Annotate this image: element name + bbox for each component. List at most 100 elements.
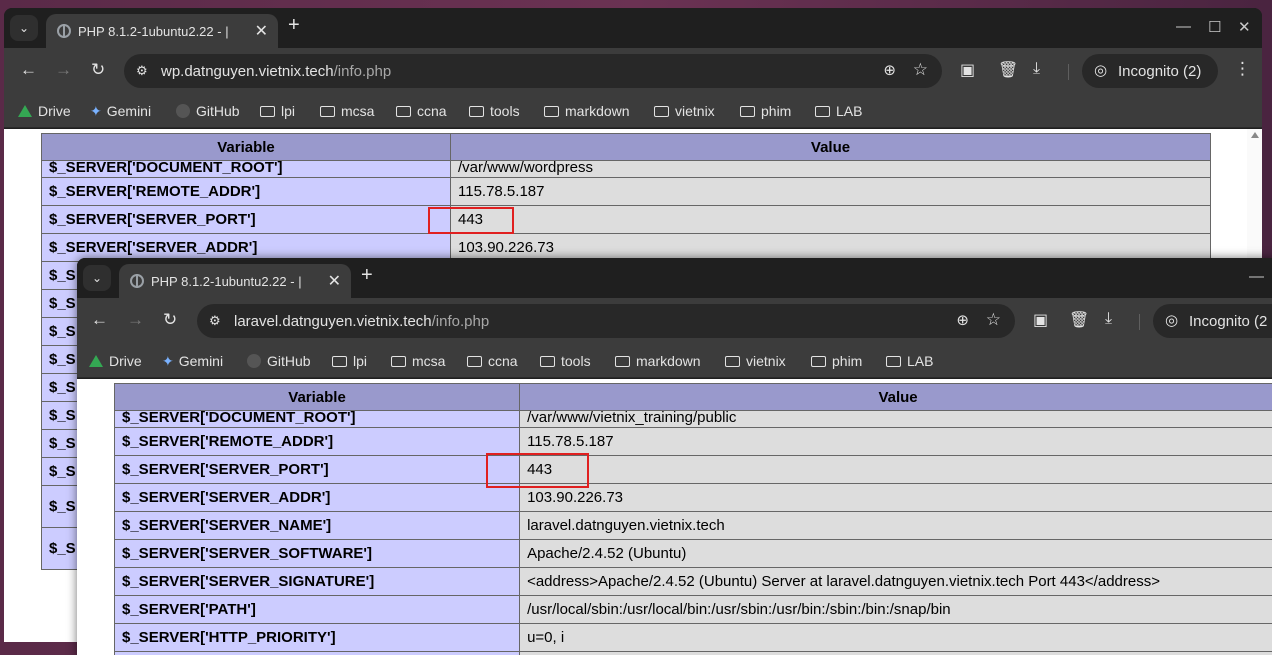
bookmark-folder-phim[interactable]: phim xyxy=(740,103,791,119)
table-row: $_SERVER['HTTP_PRIORITY'] u=0, i xyxy=(113,623,1272,652)
scroll-up-arrow-icon[interactable] xyxy=(1251,132,1259,138)
translate-icon[interactable]: ▣ xyxy=(960,60,975,80)
toolbar: ← → ↻ ⚙ wp.datnguyen.vietnix.tech/info.p… xyxy=(4,48,1262,94)
toolbar: ← → ↻ ⚙ laravel.datnguyen.vietnix.tech/i… xyxy=(77,298,1272,344)
forward-arrow-icon[interactable]: → xyxy=(127,310,144,330)
bookmark-folder-mcsa[interactable]: mcsa xyxy=(391,353,445,369)
bookmark-folder-lpi[interactable]: lpi xyxy=(260,103,295,119)
variable-cell: $_SERVER['SERVER_PORT'] xyxy=(41,205,451,234)
bookmark-folder-phim[interactable]: phim xyxy=(811,353,862,369)
variable-cell: $_SERVER['REMOTE_ADDR'] xyxy=(41,177,451,206)
folder-icon xyxy=(886,356,901,367)
folder-icon xyxy=(540,356,555,367)
zoom-icon[interactable]: ⊕ xyxy=(883,61,896,79)
bookmark-gemini[interactable]: ✦ Gemini xyxy=(90,103,151,120)
bookmark-folder-lab[interactable]: LAB xyxy=(815,103,862,119)
globe-icon xyxy=(130,274,144,288)
incognito-button[interactable]: ◎ Incognito (2) xyxy=(1082,54,1218,88)
bookmark-folder-ccna[interactable]: ccna xyxy=(396,103,447,119)
folder-icon xyxy=(332,356,347,367)
folder-icon xyxy=(467,356,482,367)
github-icon xyxy=(176,104,190,118)
new-tab-button[interactable]: + xyxy=(361,264,373,287)
incognito-label: Incognito (2 xyxy=(1189,313,1268,330)
back-arrow-icon[interactable]: ← xyxy=(20,60,37,80)
incognito-button[interactable]: ◎ Incognito (2 xyxy=(1153,304,1272,338)
bookmark-github[interactable]: GitHub xyxy=(247,353,311,369)
folder-icon xyxy=(320,106,335,117)
globe-icon xyxy=(57,24,71,38)
new-tab-button[interactable]: + xyxy=(288,14,300,37)
incognito-icon: ◎ xyxy=(1165,312,1179,329)
tab-search-chevron-down-icon[interactable]: ⌄ xyxy=(83,265,111,291)
download-icon[interactable]: ⤓ xyxy=(1105,310,1112,328)
bookmark-folder-markdown[interactable]: markdown xyxy=(544,103,630,119)
download-icon[interactable]: ⤓ xyxy=(1033,60,1040,78)
bookmark-github[interactable]: GitHub xyxy=(176,103,240,119)
folder-icon xyxy=(811,356,826,367)
translate-icon[interactable]: ▣ xyxy=(1033,310,1048,330)
highlight-box xyxy=(486,453,589,488)
column-header-value: Value xyxy=(450,133,1211,161)
trash-icon[interactable]: 🗑 xyxy=(998,60,1018,80)
variable-cell: $_SERVER['SERVER_ADDR'] xyxy=(113,483,521,512)
bookmark-star-icon[interactable]: ☆ xyxy=(986,310,1001,330)
incognito-label: Incognito (2) xyxy=(1118,63,1202,80)
table-row: $_SERVER['SERVER_SIGNATURE'] <address>Apa… xyxy=(113,567,1272,596)
value-cell: 115.78.5.187 xyxy=(450,177,1211,206)
site-info-icon[interactable]: ⚙ xyxy=(136,63,148,79)
bookmark-folder-markdown[interactable]: markdown xyxy=(615,353,701,369)
url-text[interactable]: wp.datnguyen.vietnix.tech/info.php xyxy=(161,63,391,80)
forward-arrow-icon[interactable]: → xyxy=(55,60,72,80)
variable-cell: $_SERVER['DOCUMENT_ROOT'] xyxy=(41,160,451,178)
tab-close-icon[interactable]: ✕ xyxy=(255,21,268,41)
bookmark-folder-tools[interactable]: tools xyxy=(540,353,591,369)
minimize-button[interactable]: — xyxy=(1176,18,1191,35)
tab-search-chevron-down-icon[interactable]: ⌄ xyxy=(10,15,38,41)
back-arrow-icon[interactable]: ← xyxy=(91,310,108,330)
maximize-button[interactable]: ☐ xyxy=(1208,18,1221,36)
bookmark-drive[interactable]: Drive xyxy=(18,103,71,119)
zoom-icon[interactable]: ⊕ xyxy=(956,311,969,329)
bookmark-folder-ccna[interactable]: ccna xyxy=(467,353,518,369)
trash-icon[interactable]: 🗑 xyxy=(1069,310,1089,330)
tab-php-info[interactable]: PHP 8.1.2-1ubuntu2.22 - | ✕ xyxy=(46,14,278,48)
bookmark-folder-lpi[interactable]: lpi xyxy=(332,353,367,369)
site-info-icon[interactable]: ⚙ xyxy=(209,313,221,329)
more-menu-icon[interactable]: ⋮ xyxy=(1234,59,1251,79)
table-row: $_SERVER['SERVER_ADDR'] 103.90.226.73 xyxy=(113,483,1272,512)
reload-icon[interactable]: ↻ xyxy=(163,310,177,330)
bookmark-gemini[interactable]: ✦ Gemini xyxy=(162,353,223,370)
close-window-button[interactable]: ✕ xyxy=(1238,18,1251,36)
variable-cell: $_SERVER['HTTP_PRIORITY'] xyxy=(113,623,521,652)
bookmark-folder-vietnix[interactable]: vietnix xyxy=(725,353,786,369)
bookmark-folder-lab[interactable]: LAB xyxy=(886,353,933,369)
table-row: $_SERVER['PATH']/usr/local/sbin:/usr/loc… xyxy=(113,595,1272,624)
table-row: $_SERVER['DOCUMENT_ROOT']/var/www/wordpr… xyxy=(41,160,1211,178)
table-row: $_SERVER['REMOTE_ADDR'] 115.78.5.187 xyxy=(113,427,1272,456)
value-cell: /var/www/vietnix_training/public xyxy=(519,410,1272,428)
address-bar[interactable]: ⚙ wp.datnguyen.vietnix.tech/info.php ⊕ ☆ xyxy=(124,54,942,88)
tab-strip: ⌄ PHP 8.1.2-1ubuntu2.22 - | ✕ + — ☐ ✕ xyxy=(4,8,1262,48)
bookmark-drive[interactable]: Drive xyxy=(89,353,142,369)
bookmark-star-icon[interactable]: ☆ xyxy=(913,60,928,80)
tab-close-icon[interactable]: ✕ xyxy=(328,271,341,291)
url-text[interactable]: laravel.datnguyen.vietnix.tech/info.php xyxy=(234,313,489,330)
reload-icon[interactable]: ↻ xyxy=(91,60,105,80)
column-header-variable: Variable xyxy=(113,383,521,411)
address-bar[interactable]: ⚙ laravel.datnguyen.vietnix.tech/info.ph… xyxy=(197,304,1015,338)
value-cell: 115.78.5.187 xyxy=(519,427,1272,456)
tab-php-info[interactable]: PHP 8.1.2-1ubuntu2.22 - | ✕ xyxy=(119,264,351,298)
incognito-icon: ◎ xyxy=(1094,62,1108,79)
bookmarks-bar: Drive ✦ Gemini GitHub lpi mcsa ccna tools… xyxy=(77,344,1272,378)
variable-cell: $_SERVER['PATH'] xyxy=(113,595,521,624)
bookmark-folder-tools[interactable]: tools xyxy=(469,103,520,119)
folder-icon xyxy=(391,356,406,367)
gemini-icon: ✦ xyxy=(90,103,102,119)
value-cell: 103.90.226.73 xyxy=(519,483,1272,512)
minimize-button[interactable]: — xyxy=(1249,268,1264,285)
gemini-icon: ✦ xyxy=(162,353,174,369)
bookmark-folder-vietnix[interactable]: vietnix xyxy=(654,103,715,119)
bookmark-folder-mcsa[interactable]: mcsa xyxy=(320,103,374,119)
variable-cell: $_SERVER['REMOTE_ADDR'] xyxy=(113,427,521,456)
